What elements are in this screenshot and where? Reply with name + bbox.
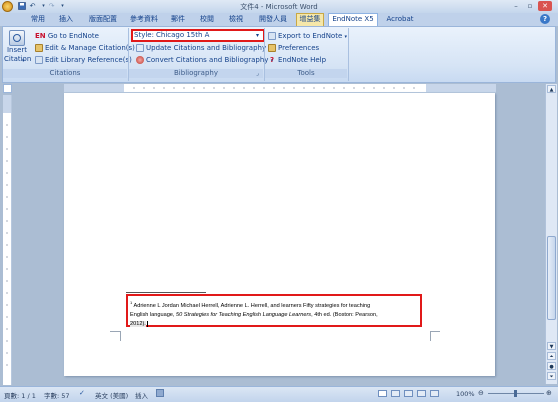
- convert-icon: [136, 56, 144, 64]
- text-cursor: [146, 320, 148, 327]
- preferences-icon: [268, 44, 276, 52]
- footnote-citation[interactable]: 1 Adrienne L Jordan Michael Herrell, Adr…: [126, 294, 422, 327]
- bibliography-dialog-launcher-icon[interactable]: ⌟: [256, 70, 259, 77]
- edit-library-label: Edit Library Reference(s): [45, 56, 132, 64]
- tab-references[interactable]: 參考資料: [127, 14, 161, 25]
- macro-recording-icon[interactable]: [156, 389, 164, 397]
- endnote-help-button[interactable]: ? EndNote Help: [268, 55, 326, 66]
- update-label: Update Citations and Bibliography: [146, 44, 267, 52]
- maximize-button[interactable]: ▫: [523, 1, 537, 11]
- insert-citation-label-2: Citation: [4, 55, 32, 63]
- footnote-marker: 1: [130, 300, 133, 305]
- export-label: Export to EndNote: [278, 32, 343, 40]
- status-bar: 頁數: 1 / 1 字數: 57 ✓ 英文 (美國) 插入 100% ⊖ ⊕: [0, 386, 558, 402]
- tab-acrobat[interactable]: Acrobat: [384, 14, 416, 25]
- word-count[interactable]: 字數: 57: [44, 390, 70, 400]
- group-label-citations: Citations: [3, 69, 127, 78]
- convert-citations-button[interactable]: Convert Citations and Bibliography ▾: [136, 55, 273, 66]
- full-screen-reading-icon[interactable]: [391, 390, 400, 397]
- export-to-endnote-button[interactable]: Export to EndNote ▾: [268, 31, 347, 42]
- proofing-icon[interactable]: ✓: [79, 389, 85, 397]
- go-to-endnote-button[interactable]: EN Go to EndNote: [35, 31, 99, 42]
- footnote-text-line-3: 2012).: [130, 320, 146, 327]
- insert-citation-dropdown-icon[interactable]: ▾: [22, 58, 25, 64]
- ruler-toggle-button[interactable]: [3, 84, 12, 93]
- insert-citation-button[interactable]: Insert Citation: [4, 29, 32, 69]
- edit-library-icon: [35, 56, 43, 64]
- insert-mode[interactable]: 插入: [135, 390, 148, 400]
- tab-mailings[interactable]: 郵件: [169, 14, 187, 25]
- crop-mark: [110, 331, 120, 332]
- update-citations-button[interactable]: Update Citations and Bibliography: [136, 43, 266, 54]
- zoom-slider-thumb[interactable]: [514, 390, 517, 397]
- edit-manage-citations-button[interactable]: Edit & Manage Citation(s): [35, 43, 135, 54]
- edit-citations-icon: [35, 44, 43, 52]
- tab-developer[interactable]: 開發人員: [256, 14, 290, 25]
- footnote-text-line-1: Adrienne L Jordan Michael Herrell, Adrie…: [133, 302, 371, 309]
- update-icon: [136, 44, 144, 52]
- print-layout-view-icon[interactable]: [378, 390, 387, 397]
- insert-citation-icon: [9, 30, 25, 46]
- vertical-ruler-ticks: [3, 95, 11, 366]
- zoom-level[interactable]: 100%: [456, 390, 475, 398]
- footnote-text-plain: English language,: [130, 311, 177, 318]
- window-title: 文件4 - Microsoft Word: [240, 3, 318, 11]
- vertical-ruler[interactable]: [3, 95, 12, 385]
- crop-mark: [430, 331, 431, 341]
- language-indicator[interactable]: 英文 (美國): [95, 390, 128, 400]
- scroll-down-icon[interactable]: ▼: [547, 342, 556, 350]
- tab-endnote-x5[interactable]: EndNote X5: [328, 13, 378, 26]
- style-label: Style:: [134, 31, 154, 39]
- footnote-book-title: 50 Strategies for Teaching English Langu…: [176, 311, 312, 318]
- scroll-up-icon[interactable]: ▲: [547, 85, 556, 93]
- draft-view-icon[interactable]: [430, 390, 439, 397]
- page-count[interactable]: 頁數: 1 / 1: [4, 390, 36, 400]
- title-bar: ↶ ▾ ↷ ▾ 文件4 - Microsoft Word – ▫ ✕: [0, 0, 558, 13]
- preferences-label: Preferences: [278, 44, 320, 52]
- insert-citation-label-1: Insert: [6, 46, 28, 54]
- tab-view[interactable]: 檢視: [227, 14, 245, 25]
- tab-insert[interactable]: 插入: [57, 14, 75, 25]
- footnote-text-end: , 4th ed. (Boston: Pearson,: [311, 311, 378, 318]
- style-dropdown-arrow-icon[interactable]: ▾: [256, 30, 259, 41]
- export-dropdown-icon[interactable]: ▾: [345, 34, 348, 40]
- select-browse-object-icon[interactable]: ●: [547, 362, 556, 370]
- footnote-line-3: 2012).: [130, 319, 418, 329]
- edit-library-references-button[interactable]: Edit Library Reference(s): [35, 55, 132, 66]
- group-separator: [348, 28, 349, 81]
- footnote-separator: [126, 292, 206, 293]
- export-icon: [268, 32, 276, 40]
- ruler-ticks: [64, 84, 496, 92]
- endnote-logo-icon: EN: [35, 32, 46, 40]
- help-question-icon: ?: [269, 56, 275, 64]
- go-to-endnote-label: Go to EndNote: [47, 32, 99, 40]
- footnote-line-2: English language, 50 Strategies for Teac…: [130, 310, 418, 320]
- zoom-in-icon[interactable]: ⊕: [546, 389, 552, 397]
- next-page-icon[interactable]: ⏷: [547, 372, 556, 380]
- group-label-bibliography: Bibliography: [129, 69, 263, 78]
- crop-mark: [120, 331, 121, 341]
- tab-review[interactable]: 校閱: [198, 14, 216, 25]
- minimize-button[interactable]: –: [509, 1, 523, 11]
- help-icon[interactable]: ?: [540, 14, 550, 24]
- tab-add-ins[interactable]: 增益集: [296, 13, 324, 26]
- zoom-out-icon[interactable]: ⊖: [478, 389, 484, 397]
- preferences-button[interactable]: Preferences: [268, 43, 319, 54]
- outline-view-icon[interactable]: [417, 390, 426, 397]
- horizontal-ruler[interactable]: [64, 84, 496, 93]
- web-layout-icon[interactable]: [404, 390, 413, 397]
- scrollbar-thumb[interactable]: [547, 236, 556, 320]
- close-button[interactable]: ✕: [538, 1, 552, 11]
- group-label-tools: Tools: [265, 69, 347, 78]
- previous-page-icon[interactable]: ⏶: [547, 352, 556, 360]
- convert-label: Convert Citations and Bibliography: [146, 56, 269, 64]
- tab-page-layout[interactable]: 版面配置: [86, 14, 120, 25]
- vertical-scrollbar[interactable]: ▲ ▼ ⏶ ● ⏷: [545, 84, 557, 384]
- tab-home[interactable]: 常用: [29, 14, 47, 25]
- endnote-help-label: EndNote Help: [278, 56, 327, 64]
- crop-mark: [430, 331, 440, 332]
- edit-manage-label: Edit & Manage Citation(s): [45, 44, 135, 52]
- style-dropdown[interactable]: Chicago 15th A: [156, 30, 256, 41]
